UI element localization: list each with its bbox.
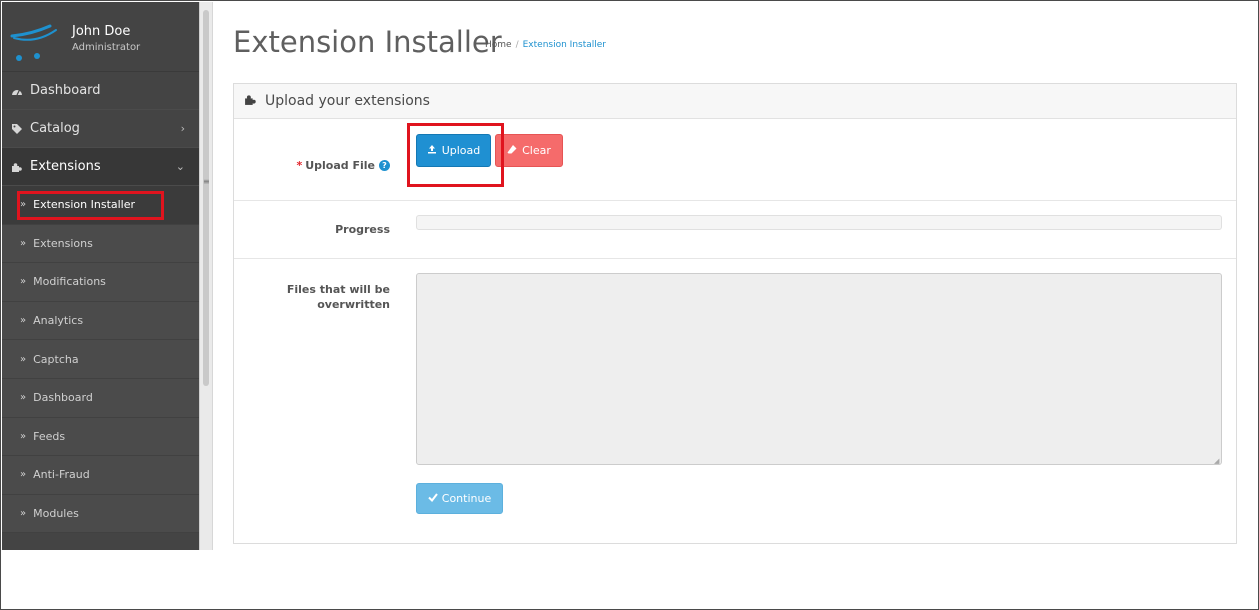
tag-icon (10, 122, 24, 136)
sidebar-item-label: Extensions (33, 236, 93, 250)
nav-catalog[interactable]: Catalog › (2, 110, 199, 148)
breadcrumb-home[interactable]: Home (485, 40, 512, 50)
eraser-icon (507, 144, 517, 157)
continue-button-label: Continue (441, 492, 492, 505)
clear-button-label: Clear (522, 144, 551, 157)
clear-button[interactable]: Clear (495, 134, 563, 167)
resize-grip-icon[interactable]: ≡ (203, 177, 210, 186)
files-overwritten-label-line2: overwritten (317, 298, 390, 311)
resize-handle-icon[interactable]: ◢ (1214, 457, 1219, 465)
puzzle-icon (244, 93, 257, 110)
sidebar-scrollbar[interactable]: ≡ (199, 2, 213, 550)
sidebar-item-label: Captcha (33, 352, 79, 366)
nav-extensions[interactable]: Extensions ⌄ (2, 148, 199, 186)
sidebar-item-modules[interactable]: » Modules (2, 494, 199, 534)
double-chevron-right-icon: » (20, 315, 27, 327)
nav-dashboard-label: Dashboard (30, 83, 101, 98)
chevron-down-icon: ⌄ (175, 160, 185, 173)
upload-file-label: * Upload File? (296, 158, 390, 173)
sidebar-item-captcha[interactable]: » Captcha (2, 340, 199, 379)
double-chevron-right-icon: » (20, 508, 27, 520)
cart-logo-icon (10, 24, 57, 61)
sidebar-item-label: Anti-Fraud (33, 468, 90, 482)
required-mark: * (296, 159, 303, 172)
breadcrumb-current[interactable]: Extension Installer (523, 40, 606, 50)
breadcrumb-separator: / (515, 40, 519, 50)
dashboard-icon (10, 84, 24, 98)
puzzle-icon (10, 160, 24, 174)
upload-panel: Upload your extensions * Upload File? Upl… (233, 83, 1237, 544)
double-chevron-right-icon: » (20, 276, 27, 288)
progress-label: Progress (335, 223, 390, 236)
panel-title: Upload your extensions (265, 93, 430, 109)
progress-bar (416, 215, 1222, 230)
files-overwritten-label: Files that will be overwritten (287, 282, 390, 312)
sidebar: John Doe Administrator Dashboard Catalog… (2, 2, 199, 550)
sidebar-item-analytics[interactable]: » Analytics (2, 301, 199, 341)
files-overwritten-label-line1: Files that will be (286, 283, 390, 296)
sidebar-item-label: Dashboard (33, 391, 93, 405)
nav-extensions-label: Extensions (30, 159, 101, 174)
upload-file-row: * Upload File? Upload Clear (234, 120, 1236, 201)
sidebar-item-label: Modules (33, 507, 79, 521)
sidebar-item-label: Analytics (33, 314, 84, 328)
sidebar-item-extensions[interactable]: » Extensions (2, 224, 199, 264)
check-icon (428, 492, 438, 505)
sidebar-item-feeds[interactable]: » Feeds (2, 417, 199, 457)
files-overwritten-row: Files that will be overwritten ◢ Continu… (234, 259, 1236, 545)
sidebar-item-label: Modifications (33, 275, 106, 289)
nav-dashboard[interactable]: Dashboard (2, 72, 199, 110)
sidebar-item-label: Feeds (33, 429, 66, 443)
page-title: Extension Installer (233, 25, 502, 59)
nav-catalog-label: Catalog (30, 121, 80, 136)
sidebar-item-anti-fraud[interactable]: » Anti-Fraud (2, 456, 199, 495)
double-chevron-right-icon: » (20, 430, 27, 442)
double-chevron-right-icon: » (20, 353, 27, 365)
panel-heading: Upload your extensions (234, 84, 1236, 119)
breadcrumb: Home / Extension Installer (485, 40, 606, 50)
files-overwritten-textarea[interactable] (416, 273, 1222, 465)
continue-button[interactable]: Continue (416, 483, 503, 514)
user-role: Administrator (72, 42, 141, 53)
highlight-box (17, 191, 164, 220)
double-chevron-right-icon: » (20, 469, 27, 481)
screenshot-frame: John Doe Administrator Dashboard Catalog… (0, 0, 1259, 610)
scrollbar-thumb[interactable] (203, 10, 209, 386)
double-chevron-right-icon: » (20, 237, 27, 249)
user-name: John Doe (72, 24, 131, 39)
sidebar-item-modifications[interactable]: » Modifications (2, 263, 199, 302)
question-circle-icon[interactable]: ? (379, 160, 390, 171)
sidebar-item-extension-installer[interactable]: » Extension Installer (2, 186, 199, 225)
progress-row: Progress (234, 201, 1236, 259)
highlight-box (407, 123, 504, 187)
sidebar-item-dashboard[interactable]: » Dashboard (2, 378, 199, 418)
user-profile[interactable]: John Doe Administrator (2, 2, 199, 72)
upload-file-label-text: Upload File (305, 159, 375, 172)
double-chevron-right-icon: » (20, 392, 27, 404)
chevron-right-icon: › (180, 122, 185, 135)
